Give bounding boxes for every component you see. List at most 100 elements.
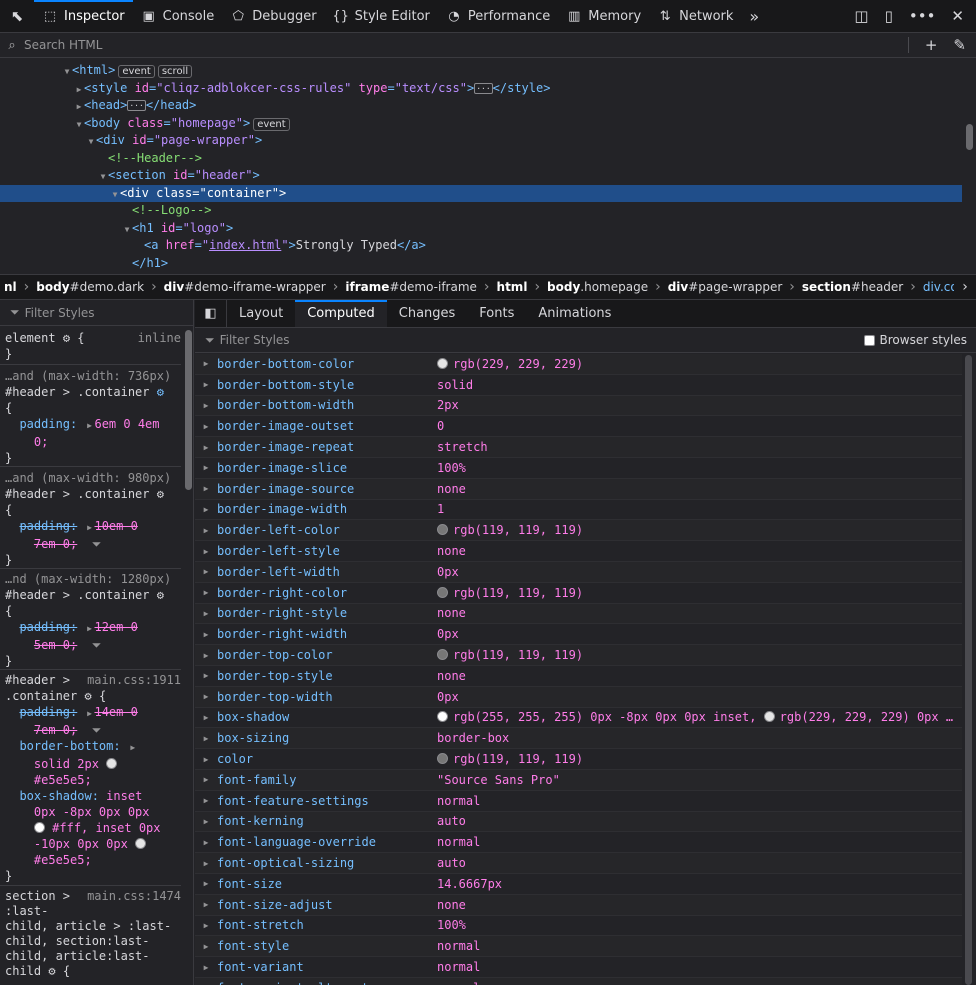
expand-triangle-icon[interactable]: ▶ [195, 671, 217, 680]
browser-styles-checkbox[interactable] [863, 334, 875, 346]
computed-property-row[interactable]: ▶ border-top-color rgb(119, 119, 119) [195, 645, 962, 666]
color-swatch[interactable] [437, 586, 448, 598]
filter-icon[interactable]: ⏷ [92, 537, 102, 551]
expand-triangle-icon[interactable]: ▶ [195, 942, 217, 951]
tab-style-editor[interactable]: {} Style Editor [325, 0, 438, 32]
prop-value[interactable]: #e5e5e5; [34, 853, 92, 867]
expand-triangle-icon[interactable]: ▶ [195, 443, 217, 452]
filter-icon[interactable]: ⏷ [92, 723, 102, 737]
expand-triangle-icon[interactable]: ▶ [195, 734, 217, 743]
color-swatch[interactable] [437, 711, 448, 723]
computed-property-row[interactable]: ▶ border-bottom-width 2px [195, 395, 962, 417]
toggle-pane-button[interactable]: ◧ [195, 300, 227, 327]
rules-filter-bar[interactable]: ⏷ Filter Styles [0, 300, 193, 326]
computed-property-row[interactable]: ▶ border-right-color rgb(119, 119, 119) [195, 583, 962, 604]
search-html-input[interactable] [24, 38, 908, 52]
color-swatch[interactable] [135, 838, 147, 849]
markup-view[interactable]: ▼ <html> event scroll ▶ <style id="cliqz-adbl… [0, 58, 976, 274]
menu-meatball-icon[interactable]: ••• [909, 7, 936, 25]
computed-property-row[interactable]: ▶ border-image-slice 100% [195, 458, 962, 479]
expand-triangle-icon[interactable]: ▶ [195, 463, 217, 472]
element-picker-button[interactable]: ⬉ [0, 0, 34, 32]
computed-property-row[interactable]: ▶ border-image-width 1 [195, 500, 962, 521]
tab-animations[interactable]: Animations [526, 300, 623, 327]
tab-performance[interactable]: ◔ Performance [438, 0, 558, 32]
computed-filter-input[interactable]: Filter Styles [220, 333, 290, 347]
markup-node[interactable]: <!--Logo--> [0, 202, 962, 220]
computed-property-row[interactable]: ▶ border-bottom-style solid [195, 375, 962, 396]
expand-triangle-icon[interactable]: ▶ [195, 422, 217, 431]
prop-value[interactable]: #e5e5e5; [34, 773, 92, 787]
breadcrumb-item[interactable]: body.homepage [543, 280, 652, 294]
computed-property-row[interactable]: ▶ border-left-style none [195, 541, 962, 562]
prop-name[interactable]: box-shadow: [19, 789, 98, 803]
prop-name[interactable]: padding: [19, 519, 77, 533]
breadcrumb-scroll-right-icon[interactable]: › [954, 279, 976, 295]
expand-triangle-icon[interactable]: ▶ [195, 547, 217, 556]
gear-icon[interactable]: ⚙ [48, 964, 55, 978]
expand-triangle-icon[interactable]: ▶ [195, 588, 217, 597]
prop-name[interactable]: padding: [19, 620, 77, 634]
prop-value[interactable]: solid 2px [34, 757, 99, 771]
computed-property-row[interactable]: ▶ box-shadow rgb(255, 255, 255) 0px -8px 0… [195, 708, 962, 729]
tab-network[interactable]: ⇅ Network [649, 0, 741, 32]
rule-980[interactable]: …and (max-width: 980px) #header > .conta… [5, 470, 181, 568]
markup-scrollbar[interactable] [966, 124, 973, 150]
rule-main-1911[interactable]: #header > main.css:1911 .container ⚙ { pa… [5, 672, 181, 884]
expand-triangle-icon[interactable]: ▶ [195, 859, 217, 868]
gear-icon[interactable]: ⚙ [84, 689, 91, 703]
prop-value[interactable]: 6em 0 4em [94, 417, 159, 431]
computed-property-row[interactable]: ▶ border-right-width 0px [195, 624, 962, 646]
prop-name[interactable]: border-bottom: [19, 739, 120, 753]
prop-value[interactable]: 0px -8px 0px 0px [34, 805, 150, 819]
computed-property-row[interactable]: ▶ border-image-outset 0 [195, 416, 962, 438]
breadcrumb-item[interactable]: iframe#demo-iframe [341, 280, 481, 294]
computed-property-row[interactable]: ▶ font-kerning auto [195, 811, 962, 833]
computed-property-row[interactable]: ▶ border-top-width 0px [195, 686, 962, 708]
computed-property-row[interactable]: ▶ font-size 14.6667px [195, 874, 962, 895]
expand-triangle-icon[interactable]: ▶ [195, 963, 217, 972]
tab-console[interactable]: ▣ Console [133, 0, 223, 32]
tab-layout[interactable]: Layout [227, 300, 295, 327]
prop-value[interactable]: 14em 0 [94, 705, 137, 719]
markup-node[interactable]: ▼ <section id="header"> [0, 167, 962, 185]
markup-node-selected[interactable]: ▼ <div class="container"> [0, 184, 962, 202]
color-swatch[interactable] [106, 758, 118, 769]
expand-triangle-icon[interactable]: ▶ [195, 630, 217, 639]
computed-property-row[interactable]: ▶font-variant-alternatesnormal [195, 977, 962, 985]
prop-value[interactable]: 7em 0; [34, 723, 77, 737]
markup-node[interactable]: </h1> [0, 255, 962, 273]
expand-triangle-icon[interactable]: ▶ [195, 796, 217, 805]
gear-icon[interactable]: ⚙ [157, 385, 164, 399]
prop-value[interactable]: -10px 0px 0px [34, 837, 128, 851]
breadcrumb-item[interactable]: nl [0, 280, 21, 294]
expand-triangle-icon[interactable]: ▶ [195, 838, 217, 847]
expand-triangle-icon[interactable]: ▶ [195, 692, 217, 701]
rules-filter-input[interactable]: Filter Styles [25, 306, 95, 320]
expand-triangle-icon[interactable]: ▶ [195, 484, 217, 493]
computed-property-row[interactable]: ▶ font-optical-sizing auto [195, 853, 962, 874]
prop-name[interactable]: padding: [19, 417, 77, 431]
computed-property-row[interactable]: ▶ font-stretch 100% [195, 916, 962, 937]
prop-value[interactable]: 12em 0 [94, 620, 137, 634]
expand-triangle-icon[interactable]: ▶ [195, 921, 217, 930]
markup-node[interactable]: <a href="index.html">Strongly Typed</a> [0, 237, 962, 255]
rule-736[interactable]: …and (max-width: 736px) #header > .conta… [5, 368, 181, 466]
computed-property-row[interactable]: ▶ border-left-color rgb(119, 119, 119) [195, 520, 962, 542]
prop-name[interactable]: padding: [19, 705, 77, 719]
color-swatch[interactable] [437, 753, 448, 765]
breadcrumb-item[interactable]: div#demo-iframe-wrapper [160, 280, 330, 294]
computed-property-row[interactable]: ▶ border-bottom-color rgb(229, 229, 229) [195, 354, 962, 375]
breadcrumb-item[interactable]: div#page-wrapper [664, 280, 787, 294]
markup-node[interactable]: ▼ <body class="homepage"> event [0, 115, 962, 133]
expand-triangle-icon[interactable]: ▶ [195, 609, 217, 618]
computed-property-row[interactable]: ▶ border-image-source none [195, 478, 962, 500]
computed-property-row[interactable]: ▶ color rgb(119, 119, 119) [195, 749, 962, 770]
prop-value[interactable]: inset [106, 789, 142, 803]
expand-triangle-icon[interactable]: ▶ [195, 651, 217, 660]
computed-property-row[interactable]: ▶ border-top-style none [195, 666, 962, 687]
breadcrumb-item[interactable]: section#header [798, 280, 907, 294]
computed-property-row[interactable]: ▶ font-feature-settings normal [195, 791, 962, 812]
expand-triangle-icon[interactable]: ▶ [195, 879, 217, 888]
computed-property-row[interactable]: ▶ font-size-adjust none [195, 894, 962, 916]
